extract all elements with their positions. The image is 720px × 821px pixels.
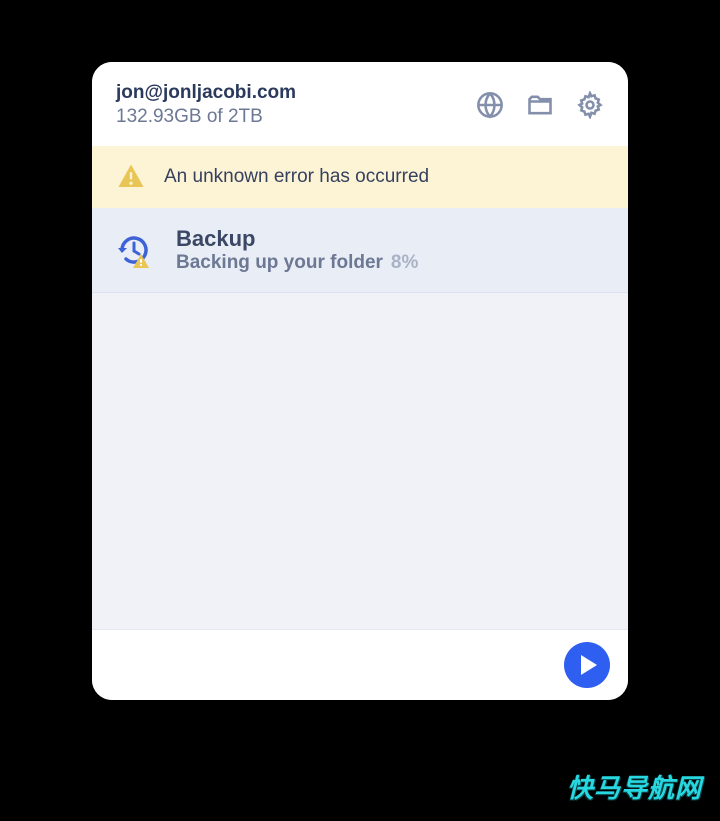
app-window: jon@jonljacobi.com 132.93GB of 2TB [92, 62, 628, 700]
watermark: 快马导航网 [567, 768, 702, 805]
warning-text: An unknown error has occurred [164, 166, 429, 188]
play-icon [581, 655, 597, 675]
gear-icon[interactable] [576, 91, 604, 119]
header-icons [476, 91, 604, 119]
backup-text: Backup Backing up your folder 8% [176, 226, 418, 274]
backup-percent: 8% [391, 252, 418, 274]
header: jon@jonljacobi.com 132.93GB of 2TB [92, 62, 628, 146]
backup-status: Backing up your folder [176, 252, 383, 274]
play-button[interactable] [564, 642, 610, 688]
user-email: jon@jonljacobi.com [116, 82, 296, 104]
user-info: jon@jonljacobi.com 132.93GB of 2TB [116, 82, 296, 128]
content-area [92, 293, 628, 629]
globe-icon[interactable] [476, 91, 504, 119]
warning-icon [116, 162, 146, 192]
footer [92, 629, 628, 700]
backup-title: Backup [176, 226, 418, 252]
backup-row[interactable]: Backup Backing up your folder 8% [92, 208, 628, 293]
backup-history-icon [116, 232, 152, 268]
user-storage: 132.93GB of 2TB [116, 106, 296, 128]
backup-status-line: Backing up your folder 8% [176, 252, 418, 274]
folder-icon[interactable] [526, 91, 554, 119]
warning-banner: An unknown error has occurred [92, 146, 628, 208]
